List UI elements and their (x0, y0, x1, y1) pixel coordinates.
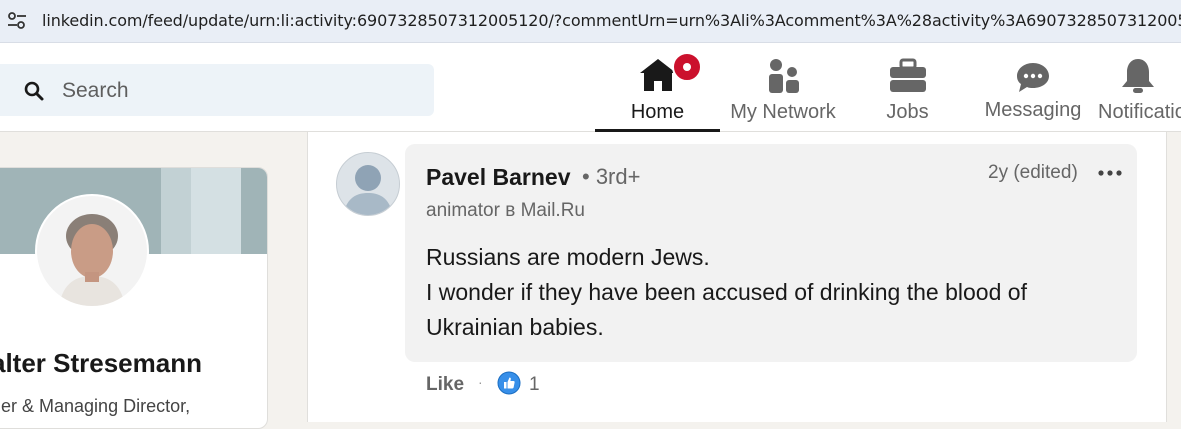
search-icon (24, 81, 44, 101)
comment-line: Ukrainian babies. (426, 314, 604, 340)
nav-my-network[interactable]: My Network (722, 43, 844, 131)
commenter-avatar[interactable] (336, 152, 400, 216)
more-options-icon[interactable] (1096, 164, 1124, 182)
reaction-count[interactable]: 1 (529, 374, 540, 396)
network-icon (769, 59, 799, 93)
profile-headline: der & Managing Director, (0, 396, 191, 416)
notification-badge (672, 52, 702, 82)
nav-home[interactable]: Home (595, 43, 720, 132)
comment-line: I wonder if they have been accused of dr… (426, 279, 1027, 305)
search-input[interactable] (60, 64, 364, 118)
nav-notifications[interactable]: Notifications (1098, 43, 1181, 131)
thumbs-up-icon[interactable] (497, 371, 521, 395)
profile-card[interactable]: alter Stresemann der & Managing Director… (0, 167, 268, 429)
separator-dot: · (478, 374, 483, 390)
connection-degree: • 3rd+ (582, 164, 641, 189)
top-navigation: Home My Network Jobs Messaging (0, 43, 1181, 132)
comment-author-name[interactable]: Pavel Barnev (426, 164, 570, 191)
like-button[interactable]: Like (426, 374, 464, 396)
comment-timestamp: 2y (edited) (988, 162, 1078, 183)
comment-line: Russians are modern Jews. (426, 244, 710, 270)
comment-text: Russians are modern Jews. I wonder if th… (426, 240, 1116, 345)
tune-icon[interactable] (6, 10, 28, 32)
comment-author-headline: animator в Mail.Ru (426, 200, 585, 221)
profile-avatar[interactable] (35, 194, 149, 308)
nav-home-label: Home (630, 101, 685, 123)
profile-name[interactable]: alter Stresemann (0, 348, 202, 379)
nav-messaging[interactable]: Messaging (978, 43, 1088, 131)
nav-messaging-label: Messaging (984, 99, 1082, 121)
browser-address-bar[interactable]: linkedin.com/feed/update/urn:li:activity… (0, 0, 1181, 43)
search-box[interactable] (0, 64, 434, 118)
url-text[interactable]: linkedin.com/feed/update/urn:li:activity… (42, 11, 1181, 30)
nav-my-network-label: My Network (730, 101, 836, 123)
nav-notifications-label: Notifications (1098, 101, 1181, 123)
nav-jobs-label: Jobs (886, 101, 929, 123)
briefcase-icon (889, 58, 926, 92)
chat-icon (1017, 63, 1049, 92)
bell-icon (1122, 59, 1154, 93)
nav-jobs[interactable]: Jobs (860, 43, 955, 131)
